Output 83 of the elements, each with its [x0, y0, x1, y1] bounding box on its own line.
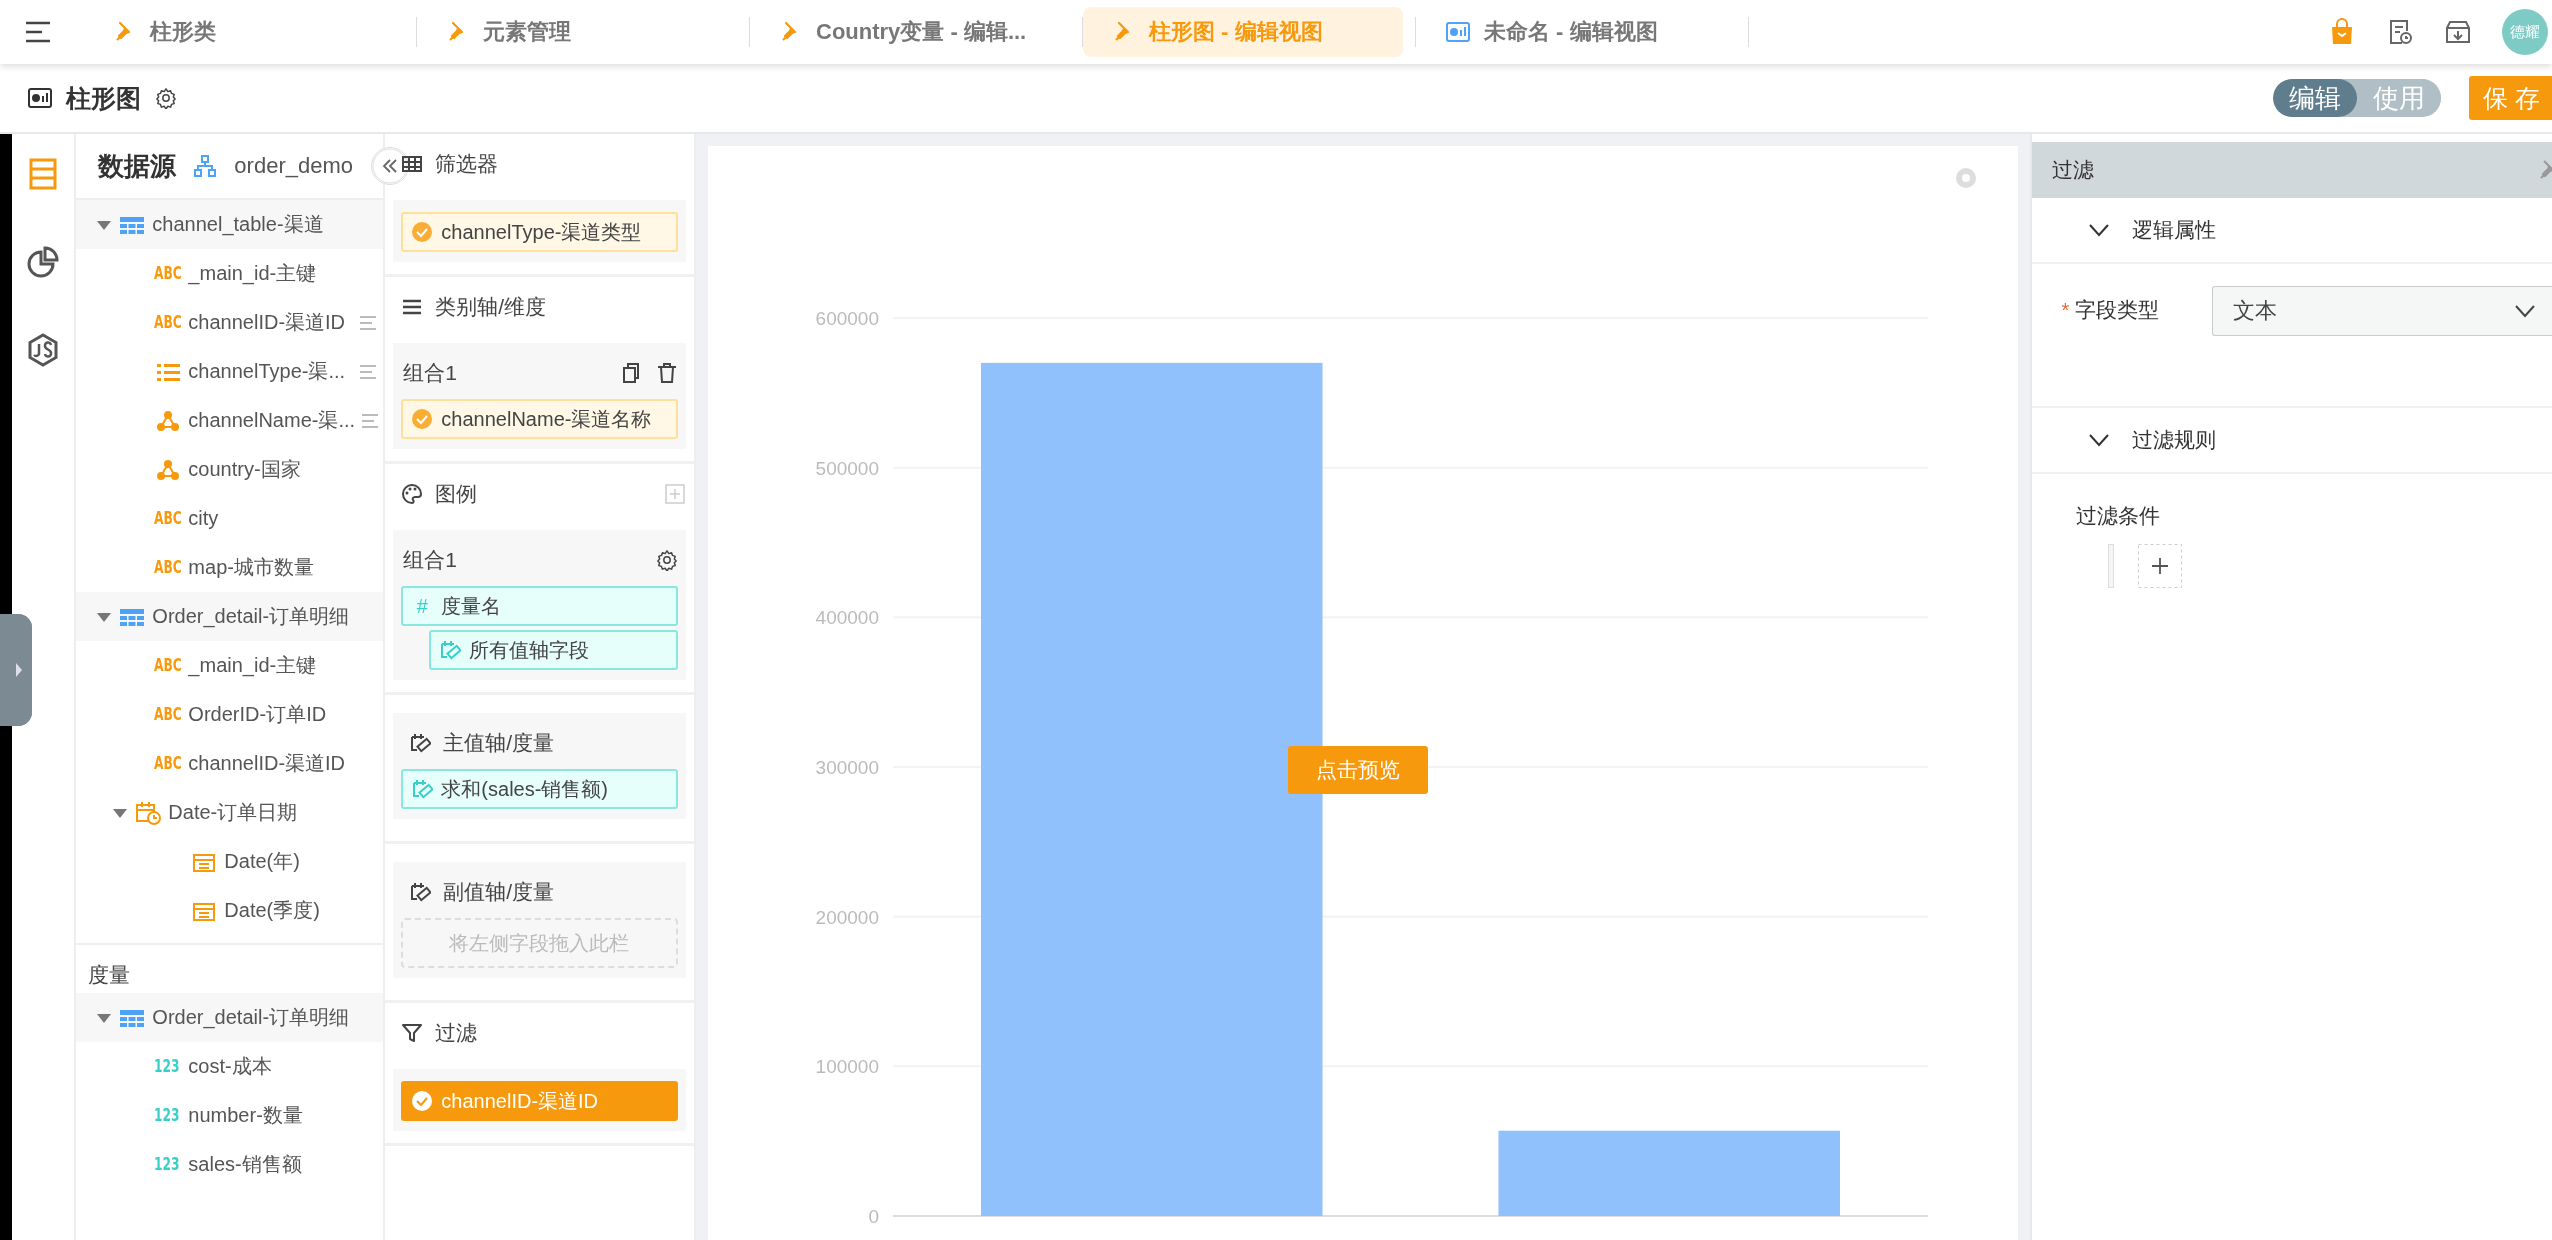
- delete-icon[interactable]: [655, 362, 678, 384]
- check-circle-icon: [411, 408, 434, 430]
- group-label: 组合1: [403, 360, 458, 386]
- page-title: 柱形图: [66, 82, 141, 114]
- axis-tick-label: 200000: [815, 906, 879, 928]
- field-label[interactable]: cost-成本: [188, 1053, 272, 1080]
- field-label[interactable]: channelName-渠...: [188, 407, 356, 434]
- chart-icon: [28, 87, 52, 109]
- field-label[interactable]: Date(年): [224, 848, 300, 875]
- section-label: 度量: [88, 963, 131, 986]
- hierarchy-icon: [194, 155, 217, 177]
- axis-tick-label: 300000: [815, 757, 879, 778]
- hash-icon: #: [411, 594, 434, 618]
- field-label[interactable]: _main_id-主键: [188, 652, 317, 679]
- field-chip[interactable]: 求和(sales-销售额): [401, 769, 678, 809]
- field-label[interactable]: city: [188, 507, 219, 530]
- field-label[interactable]: channelType-渠...: [188, 358, 346, 385]
- number-type-icon: 123: [154, 1055, 177, 1078]
- field-label: 过滤条件: [2075, 504, 2160, 527]
- shelf-title: 图例: [435, 481, 478, 507]
- collapse-button[interactable]: [371, 147, 409, 185]
- datasource-name[interactable]: order_demo: [234, 153, 353, 179]
- axis-tick-label: 0: [868, 1206, 879, 1227]
- tab[interactable]: 未命名 - 编辑视图: [1416, 7, 1736, 57]
- pie-chart-icon[interactable]: [25, 244, 62, 280]
- menu-icon[interactable]: [24, 20, 52, 44]
- caret-down-icon[interactable]: [96, 1011, 113, 1024]
- chevron-down-icon[interactable]: [2087, 433, 2110, 447]
- section-title[interactable]: 逻辑属性: [2131, 216, 2216, 244]
- field-chip[interactable]: 所有值轴字段: [429, 630, 678, 670]
- field-label[interactable]: country-国家: [188, 456, 301, 483]
- shelf-title: 副值轴/度量: [443, 879, 555, 905]
- field-label: 字段类型: [2075, 297, 2160, 323]
- chevron-down-icon[interactable]: [2514, 304, 2536, 318]
- download-box-icon[interactable]: [2444, 18, 2472, 46]
- shelf-title: 筛选器: [435, 151, 499, 177]
- calendar-clock-icon: [134, 799, 163, 826]
- required-mark: *: [2061, 298, 2070, 322]
- chevron-down-icon[interactable]: [2087, 223, 2110, 237]
- field-label[interactable]: OrderID-订单ID: [188, 701, 327, 728]
- field-chip[interactable]: # 度量名: [401, 586, 678, 626]
- axis-tick-label: 400000: [815, 607, 879, 629]
- field-label[interactable]: Date(季度): [224, 897, 320, 924]
- axis-tick-label: 500000: [815, 457, 879, 479]
- axis-tick-label: 600000: [815, 308, 879, 329]
- section-title[interactable]: 过滤规则: [2131, 426, 2216, 454]
- palette-icon: [401, 483, 424, 505]
- field-label[interactable]: _main_id-主键: [188, 260, 317, 287]
- field-chip[interactable]: channelType-渠道类型: [401, 212, 678, 252]
- chart-icon: [1446, 21, 1470, 43]
- tab[interactable]: Country变量 - 编辑...: [750, 7, 1070, 57]
- field-label[interactable]: channelID-渠道ID: [188, 309, 346, 336]
- add-condition-button[interactable]: [2137, 544, 2182, 588]
- panel-title: 过滤: [2051, 157, 2094, 183]
- number-type-icon: 123: [154, 1153, 177, 1176]
- table-icon: [401, 153, 424, 175]
- shelf-title: 主值轴/度量: [443, 730, 555, 756]
- field-label[interactable]: channelID-渠道ID: [188, 750, 346, 777]
- group-label: 组合1: [403, 547, 458, 573]
- field-label[interactable]: number-数量: [188, 1102, 303, 1129]
- ruler-icon: [411, 778, 434, 800]
- ruler-icon: [439, 639, 462, 661]
- ruler-icon: [409, 881, 432, 903]
- caret-down-icon[interactable]: [96, 218, 113, 231]
- field-label[interactable]: sales-销售额: [188, 1151, 302, 1178]
- ruler-icon: [409, 732, 432, 754]
- tab[interactable]: 元素管理: [417, 7, 737, 57]
- check-circle-icon: [411, 1090, 434, 1112]
- field-type-select[interactable]: 文本: [2211, 286, 2552, 336]
- mode-toggle-option[interactable]: 编辑: [2273, 79, 2358, 117]
- shelf-title: 类别轴/维度: [435, 294, 547, 320]
- number-type-icon: 123: [154, 1104, 177, 1127]
- field-chip[interactable]: channelName-渠道名称: [401, 399, 678, 439]
- panel-title: 数据源: [98, 149, 177, 183]
- filter-icon: [401, 1022, 424, 1044]
- field-label[interactable]: map-城市数量: [188, 554, 314, 581]
- axis-tick-label: 100000: [815, 1056, 879, 1078]
- shelf-title: 过滤: [435, 1020, 478, 1046]
- caret-down-icon[interactable]: [96, 610, 113, 623]
- caret-down-icon[interactable]: [112, 806, 129, 819]
- check-circle-icon: [411, 221, 434, 243]
- tab[interactable]: 柱形类: [84, 7, 404, 57]
- field-label[interactable]: Date-订单日期: [168, 799, 298, 826]
